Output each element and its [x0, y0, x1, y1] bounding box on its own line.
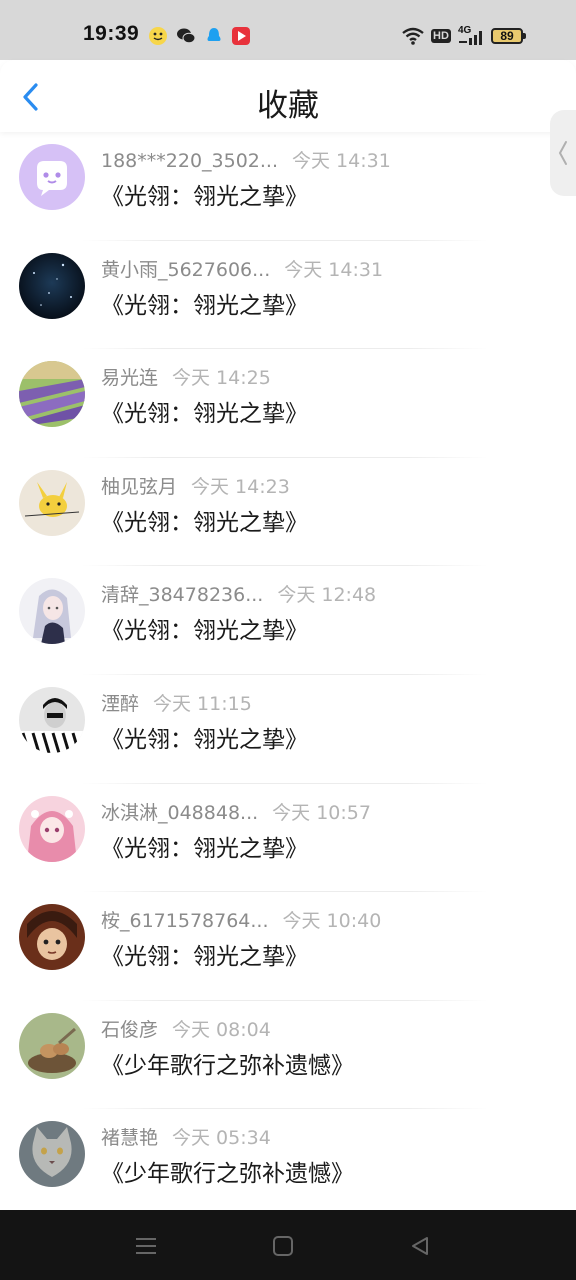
list-item[interactable]: 桉_6171578764... 今天 10:40 《光翎：翎光之挚》 [0, 892, 576, 1001]
list-item[interactable]: 易光连 今天 14:25 《光翎：翎光之挚》 [0, 349, 576, 458]
timestamp: 今天 10:57 [272, 801, 371, 824]
timestamp: 今天 08:04 [172, 1018, 271, 1041]
home-icon [273, 1236, 293, 1256]
timestamp: 今天 14:23 [191, 475, 290, 498]
status-time: 19:39 [83, 22, 140, 45]
user-name[interactable]: 黄小雨_5627606... [101, 255, 270, 282]
favorites-list: 188***220_3502... 今天 14:31 《光翎：翎光之挚》 黄小雨_… [0, 132, 576, 1218]
user-name[interactable]: 湮醉 [101, 689, 139, 716]
signal-icon [459, 31, 482, 45]
user-name[interactable]: 桉_6171578764... [101, 906, 269, 933]
avatar[interactable] [19, 795, 85, 862]
cat-avatar-icon [19, 1121, 85, 1188]
ghost-avatar-icon [19, 144, 85, 210]
list-item[interactable]: 188***220_3502... 今天 14:31 《光翎：翎光之挚》 [0, 132, 576, 241]
timestamp: 今天 12:48 [277, 584, 377, 607]
timestamp: 今天 05:34 [172, 1127, 271, 1150]
wifi-icon [402, 27, 424, 45]
avatar[interactable] [19, 578, 85, 645]
battery-indicator: 89 [491, 28, 526, 44]
avatar[interactable] [19, 1012, 85, 1079]
list-item[interactable]: 清辞_38478236... 今天 12:48 《光翎：翎光之挚》 [0, 566, 576, 675]
user-name[interactable]: 石俊彦 [101, 1015, 158, 1042]
timestamp: 今天 14:25 [172, 367, 271, 390]
list-item[interactable]: 湮醉 今天 11:15 《光翎：翎光之挚》 [0, 675, 576, 784]
pikachu-avatar-icon [19, 469, 85, 536]
avatar[interactable] [19, 361, 85, 428]
timestamp: 今天 14:31 [284, 258, 384, 281]
wechat-icon [177, 28, 196, 44]
book-title[interactable]: 《光翎：翎光之挚》 [101, 937, 308, 971]
video-app-icon [232, 27, 250, 45]
list-item[interactable]: 柚见弦月 今天 14:23 《光翎：翎光之挚》 [0, 458, 576, 567]
avatar[interactable] [19, 686, 85, 753]
app-face-icon [149, 27, 167, 45]
avatar[interactable] [19, 469, 85, 536]
avatar[interactable] [19, 904, 85, 971]
starry-sky-avatar-icon [19, 252, 85, 319]
timestamp: 今天 14:31 [292, 150, 391, 172]
header: 收藏 [0, 60, 576, 132]
timestamp: 今天 11:15 [153, 692, 252, 715]
system-nav-bar [0, 1210, 576, 1280]
book-title[interactable]: 《少年歌行之弥补遗憾》 [101, 1046, 354, 1080]
qq-icon [207, 28, 221, 41]
back-nav-button[interactable] [406, 1232, 434, 1260]
book-title[interactable]: 《光翎：翎光之挚》 [101, 829, 308, 863]
book-title[interactable]: 《光翎：翎光之挚》 [101, 394, 308, 428]
anime-girl-avatar-icon [19, 578, 85, 645]
page-title: 收藏 [257, 88, 319, 124]
book-title[interactable]: 《光翎：翎光之挚》 [101, 503, 308, 537]
user-name[interactable]: 易光连 [101, 363, 158, 390]
book-title[interactable]: 《光翎：翎光之挚》 [101, 177, 308, 211]
list-item[interactable]: 褚慧艳 今天 05:34 《少年歌行之弥补遗憾》 [0, 1109, 576, 1218]
book-title[interactable]: 《少年歌行之弥补遗憾》 [101, 1154, 354, 1188]
avatar[interactable] [19, 252, 85, 319]
cartoon-boy-avatar-icon [19, 904, 85, 971]
book-title[interactable]: 《光翎：翎光之挚》 [101, 286, 308, 320]
book-title[interactable]: 《光翎：翎光之挚》 [101, 611, 308, 645]
avatar[interactable] [19, 144, 85, 210]
lavender-field-avatar-icon [19, 361, 85, 428]
user-name[interactable]: 清辞_38478236... [101, 580, 263, 607]
avatar[interactable] [19, 1121, 85, 1188]
user-name[interactable]: 褚慧艳 [101, 1123, 158, 1150]
bird-nest-avatar-icon [19, 1012, 85, 1079]
status-bar: 19:39 HD 4G 89 [0, 0, 576, 60]
pink-doll-avatar-icon [19, 795, 85, 862]
user-name[interactable]: 冰淇淋_048848... [101, 798, 258, 825]
user-name[interactable]: 188***220_3502... [101, 150, 278, 172]
timestamp: 今天 10:40 [282, 910, 382, 933]
list-item[interactable]: 冰淇淋_048848... 今天 10:57 《光翎：翎光之挚》 [0, 784, 576, 893]
bw-portrait-avatar-icon [19, 686, 85, 753]
triangle-back-icon [412, 1237, 428, 1255]
list-item[interactable]: 黄小雨_5627606... 今天 14:31 《光翎：翎光之挚》 [0, 241, 576, 350]
hd-badge: HD [431, 29, 451, 43]
menu-button[interactable] [132, 1232, 160, 1260]
menu-icon [136, 1238, 156, 1254]
book-title[interactable]: 《光翎：翎光之挚》 [101, 720, 308, 754]
user-name[interactable]: 柚见弦月 [101, 472, 177, 499]
list-item[interactable]: 石俊彦 今天 08:04 《少年歌行之弥补遗憾》 [0, 1001, 576, 1110]
home-button[interactable] [269, 1232, 297, 1260]
